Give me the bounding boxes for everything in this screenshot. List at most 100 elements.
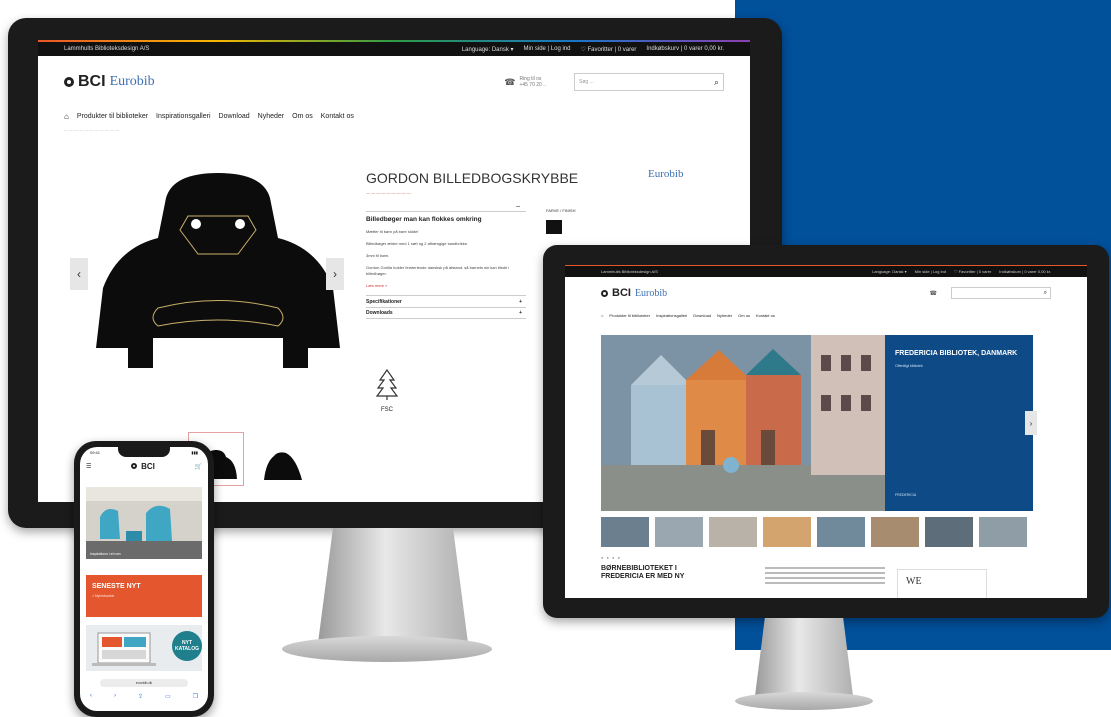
logo-circle-icon <box>64 77 74 87</box>
logo-eurobib-text: Eurobib <box>109 74 155 89</box>
site-logo[interactable]: BCI <box>131 462 155 471</box>
product-brand-logo: Eurobib <box>648 168 684 180</box>
hero-info-card[interactable]: FREDERICIA BIBLIOTEK, DANMARK Offentligt… <box>885 335 1033 511</box>
fsc-tree-icon <box>375 368 399 400</box>
logo-circle-icon <box>131 463 138 469</box>
nav-item-download[interactable]: Download <box>219 113 250 120</box>
search-input[interactable]: Søg ... ⌕ <box>574 73 724 91</box>
browser-address-bar[interactable]: eurobib.dk <box>100 679 188 687</box>
hero-next-button[interactable]: › <box>1025 411 1037 435</box>
phone-notch <box>118 447 170 457</box>
language-selector[interactable]: Language: Dansk ▾ <box>872 269 906 274</box>
desktop-header: BCI Eurobib ☎ Ring til os +45 70 20 .. S… <box>38 56 750 108</box>
site-logo[interactable]: BCI Eurobib <box>64 73 155 91</box>
home-icon[interactable]: ⌂ <box>64 112 69 121</box>
tabs-icon[interactable]: ❐ <box>193 693 198 700</box>
phone-icon: ☎ <box>504 76 516 87</box>
side-teaser[interactable]: WE <box>897 569 987 598</box>
plus-icon: + <box>519 298 522 305</box>
phone-time: 09:41 <box>90 450 101 455</box>
phone-news-block[interactable]: SENESTE NYT > Nyhedsarkiv <box>86 575 202 617</box>
nav-item-contact[interactable]: Kontakt os <box>321 113 354 120</box>
home-icon[interactable]: ⌂ <box>601 313 603 318</box>
article-title[interactable]: BØRNEBIBLIOTEKET I FREDERICIA ER MED NY <box>601 565 721 581</box>
search-input[interactable]: ⌕ <box>951 287 1051 299</box>
nav-item-download[interactable]: Download <box>693 313 711 318</box>
breadcrumb[interactable]: — — — — — — — — — — — <box>38 124 750 135</box>
bookmarks-icon[interactable]: ▭ <box>165 693 171 700</box>
blue-chairs-photo <box>86 487 202 559</box>
nav-item-inspiration[interactable]: Inspirationsgalleri <box>656 313 687 318</box>
gallery-next-button[interactable]: › <box>326 258 344 290</box>
account-link[interactable]: Min side | Log ind <box>524 46 571 53</box>
desktop-stand-neck <box>318 528 468 643</box>
catalog-laptop-image <box>92 632 156 666</box>
plus-icon: + <box>519 310 522 316</box>
logo-bci-text: BCI <box>78 73 106 90</box>
logo-eurobib-text: Eurobib <box>634 287 668 299</box>
browser-toolbar: ‹ › ⇪ ▭ ❐ <box>90 693 198 700</box>
nav-item-inspiration[interactable]: Inspirationsgalleri <box>156 113 210 120</box>
logo-bci-text: BCI <box>141 461 155 471</box>
nav-item-products[interactable]: Produkter til biblioteker <box>77 113 148 120</box>
search-icon[interactable]: ⌕ <box>1044 290 1047 297</box>
account-link[interactable]: Min side | Log ind <box>915 269 946 274</box>
phone-hero-image[interactable]: Inspirations i et rum <box>86 487 202 559</box>
nav-item-about[interactable]: Om os <box>738 313 750 318</box>
share-icon[interactable]: ⇪ <box>138 693 143 700</box>
hero-slider: FREDERICIA BIBLIOTEK, DANMARK Offentligt… <box>601 335 1037 511</box>
new-catalog-badge: NYT KATALOG <box>172 631 202 661</box>
phone-contact[interactable]: ☎ Ring til os +45 70 20 .. <box>504 76 546 88</box>
favorites-link[interactable]: ♡ Favoritter | 0 varer <box>580 46 636 53</box>
language-selector[interactable]: Language: Dansk ▾ <box>462 46 514 53</box>
nav-item-news[interactable]: Nyheder <box>258 113 284 120</box>
nav-item-news[interactable]: Nyheder <box>717 313 732 318</box>
hero-photo[interactable] <box>601 335 885 511</box>
gallery-thumbnail[interactable] <box>763 517 811 547</box>
phone-number: +45 70 20 .. <box>519 82 546 88</box>
favorites-link[interactable]: ♡ Favoritter | 0 varer <box>954 269 991 274</box>
site-logo[interactable]: BCI Eurobib <box>601 287 667 299</box>
cart-link[interactable]: Indkøbskurv | 0 varer 0,00 kr. <box>646 46 724 53</box>
chevron-left-icon: ‹ <box>77 267 81 281</box>
second-header: BCI Eurobib ☎ ⌕ <box>565 277 1087 309</box>
phone-screen: 09:41 ▮▮▮ ☰ BCI 🛒 Inspirations i et rum <box>80 447 208 711</box>
description-collapse-toggle[interactable]: – <box>366 203 526 212</box>
description-line: Billedbøger ældre med 1 sæt og 2 afhængi… <box>366 241 469 246</box>
forward-arrow-icon[interactable]: › <box>114 693 116 700</box>
nav-item-contact[interactable]: Kontakt os <box>756 313 775 318</box>
article-text-lines <box>765 567 885 587</box>
color-swatch-black[interactable] <box>546 220 562 234</box>
back-arrow-icon[interactable]: ‹ <box>90 693 92 700</box>
second-screen: Lammhults Biblioteksdesign A/S Language:… <box>565 265 1087 598</box>
cart-icon[interactable]: 🛒 <box>195 463 202 470</box>
desktop-main-nav: ⌂ Produkter til biblioteker Inspirations… <box>38 108 750 124</box>
gallery-thumbnail[interactable] <box>817 517 865 547</box>
minus-icon: – <box>516 203 520 210</box>
gallery-prev-button[interactable]: ‹ <box>70 258 88 290</box>
nav-item-products[interactable]: Produkter til biblioteker <box>609 313 650 318</box>
phone-icon[interactable]: ☎ <box>930 290 937 297</box>
description-heading: Billedbøger man kan flokkes omkring <box>366 216 482 223</box>
gallery-thumbnail[interactable] <box>254 432 310 486</box>
product-main-image[interactable] <box>88 168 348 388</box>
accordion-specifications[interactable]: Specifikationer + <box>366 295 526 307</box>
read-more-link[interactable]: Læs mere » <box>366 283 526 289</box>
gallery-thumbnail[interactable] <box>925 517 973 547</box>
gallery-thumbnail[interactable] <box>871 517 919 547</box>
cart-link[interactable]: Indkøbskurv | 0 varer 0,00 kr. <box>999 269 1051 274</box>
gallery-thumbnail[interactable] <box>655 517 703 547</box>
gallery-thumbnail[interactable] <box>601 517 649 547</box>
logo-circle-icon <box>601 289 608 297</box>
desktop-stand-foot <box>282 636 492 662</box>
accordion-downloads[interactable]: Downloads + <box>366 307 526 319</box>
phone-catalog-promo[interactable]: NYT KATALOG <box>86 625 202 671</box>
gallery-thumbnail[interactable] <box>709 517 757 547</box>
gallery-thumbnail[interactable] <box>979 517 1027 547</box>
hamburger-menu-icon[interactable]: ☰ <box>86 463 91 470</box>
nav-item-about[interactable]: Om os <box>292 113 313 120</box>
product-subline: — — — — — — — — — <box>366 190 411 195</box>
slider-dots[interactable]: ● ● ● ● <box>601 555 621 560</box>
search-icon[interactable]: ⌕ <box>714 77 719 88</box>
news-archive-link[interactable]: > Nyhedsarkiv <box>92 594 196 598</box>
